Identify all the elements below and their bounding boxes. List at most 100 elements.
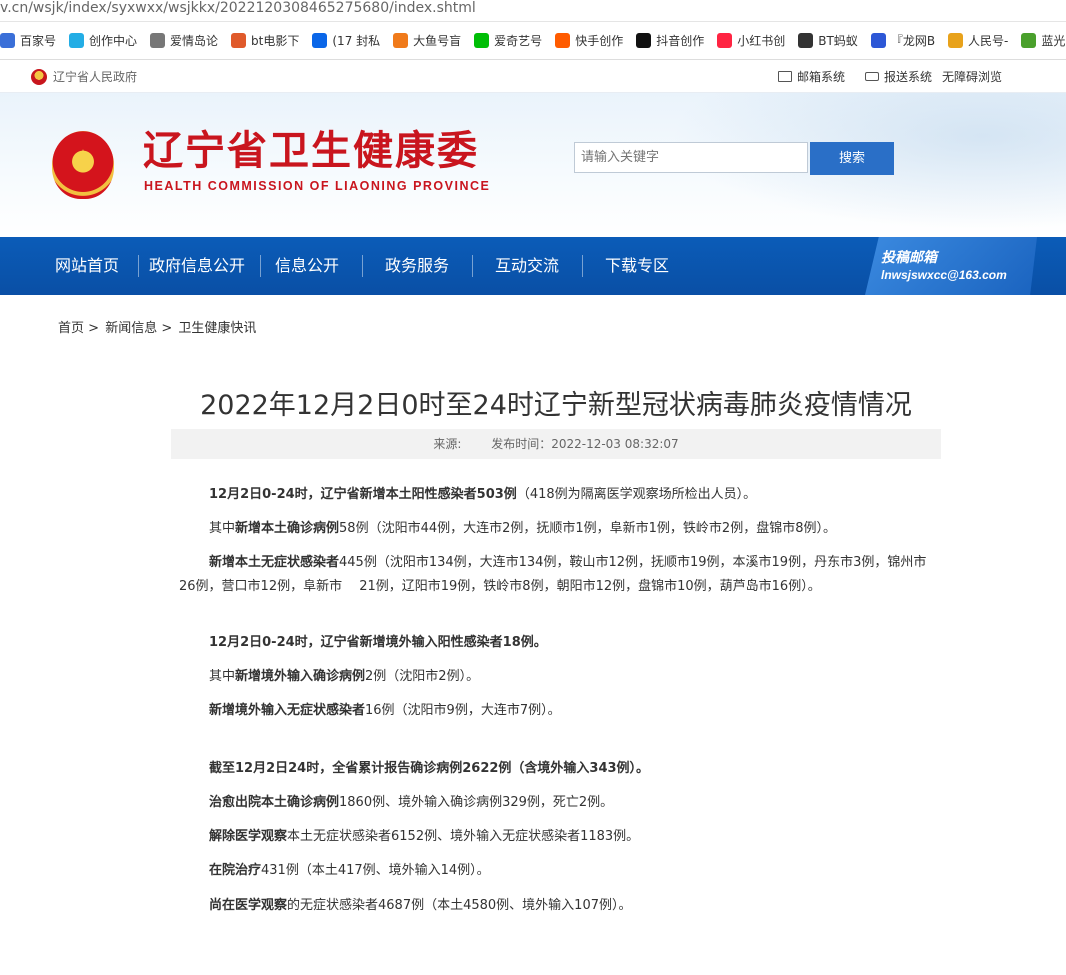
nav-services[interactable]: 政务服务	[385, 237, 449, 295]
gov-portal-label: 辽宁省人民政府	[53, 70, 138, 84]
mailbox-email: lnwsjswxcc@163.com	[881, 268, 1007, 282]
bookmark-item[interactable]: bt电影下	[231, 32, 299, 49]
nav-downloads[interactable]: 下载专区	[605, 237, 669, 295]
nav-separator	[472, 255, 473, 277]
bookmark-item[interactable]: 小红书创	[717, 32, 785, 49]
bookmark-item[interactable]: BT蚂蚁	[798, 32, 858, 49]
national-emblem-logo	[52, 131, 114, 199]
paragraph-text: 58例（沈阳市44例，大连市2例，抚顺市1例，阜新市1例，铁岭市2例，盘锦市8例…	[339, 521, 836, 536]
nav-info-public[interactable]: 信息公开	[275, 237, 339, 295]
gov-portal-link[interactable]: 辽宁省人民政府	[31, 68, 137, 85]
bookmark-item[interactable]: 创作中心	[69, 32, 137, 49]
bookmark-label: 小红书创	[737, 34, 786, 48]
bookmarks-bar: 百家号 创作中心 爱情岛论 bt电影下 (17 封私 大鱼号盲 爱奇艺号 快手创作 抖音创作 小红…	[0, 22, 1066, 60]
article-publish-time: 发布时间：2022-12-03 08:32:07	[491, 437, 679, 451]
ant-icon	[798, 33, 814, 48]
bookmark-item[interactable]: 『龙网B	[870, 32, 936, 49]
bookmark-label: (17 封私	[332, 34, 381, 48]
mail-system-link[interactable]: 邮箱系统	[777, 68, 845, 85]
bluray-icon	[1021, 33, 1037, 48]
bookmark-label: 人民号-	[968, 34, 1009, 48]
bookmark-item[interactable]: 爱奇艺号	[474, 32, 542, 49]
breadcrumb-separator: >	[161, 321, 173, 336]
article-paragraph: 治愈出院本土确诊病例1860例、境外输入确诊病例329例，死亡2例。	[179, 791, 929, 815]
paragraph-text: 431例（本土417例、境外输入14例）。	[261, 863, 490, 878]
accessibility-link[interactable]: 无障碍浏览	[942, 68, 1002, 85]
paragraph-prefix: 其中	[209, 669, 236, 684]
paragraph-highlight: 新增本土确诊病例	[235, 521, 340, 536]
bookmark-item[interactable]: (17 封私	[312, 32, 380, 49]
breadcrumb-health-news[interactable]: 卫生健康快讯	[178, 321, 256, 336]
bookmark-item[interactable]: 人民号-	[948, 32, 1008, 49]
article-paragraph: 新增境外输入无症状感染者16例（沈阳市9例，大连市7例）。	[179, 699, 929, 723]
bookmark-label: 『龙网B	[890, 34, 936, 48]
top-links: 邮箱系统 报送系统 无障碍浏览	[758, 68, 1002, 85]
breadcrumb-home[interactable]: 首页	[58, 321, 84, 336]
article-source: 来源:	[433, 437, 462, 451]
article-paragraph: 新增本土无症状感染者445例（沈阳市134例，大连市134例，鞍山市12例，抚顺…	[179, 551, 929, 599]
bookmark-label: 大鱼号盲	[413, 34, 462, 48]
paragraph-text: 1860例、境外输入确诊病例329例，死亡2例。	[339, 795, 614, 810]
bookmark-item[interactable]: 快手创作	[555, 32, 623, 49]
search-input[interactable]	[574, 142, 808, 173]
paragraph-highlight: 截至12月2日24时，全省累计报告确诊病例2622例（含境外输入343例）。	[209, 761, 650, 776]
bookmark-label: 爱奇艺号	[494, 34, 543, 48]
nav-separator	[582, 255, 583, 277]
baijiahao-icon	[0, 33, 15, 48]
globe-icon	[150, 33, 166, 48]
address-bar-text: v.cn/wsjk/index/syxwxx/wsjkkx/2022120308…	[0, 0, 476, 16]
bookmark-item[interactable]: 抖音创作	[636, 32, 704, 49]
nav-gov-info[interactable]: 政府信息公开	[149, 237, 245, 295]
article-paragraph: 其中新增境外输入确诊病例2例（沈阳市2例）。	[179, 665, 929, 689]
search-button[interactable]: 搜索	[810, 142, 894, 175]
paragraph-prefix: 其中	[209, 521, 236, 536]
paragraph-highlight: 12月2日0-24时，辽宁省新增境外输入阳性感染者18例。	[209, 635, 547, 650]
address-bar[interactable]: v.cn/wsjk/index/syxwxx/wsjkkx/2022120308…	[0, 0, 1066, 22]
article-paragraph: 在院治疗431例（本土417例、境外输入14例）。	[179, 859, 929, 883]
xiaohongshu-icon	[717, 33, 733, 48]
paragraph-highlight: 12月2日0-24时，辽宁省新增本土阳性感染者503例	[209, 487, 517, 502]
submission-mailbox[interactable]: 投稿邮箱 lnwsjswxcc@163.com	[865, 237, 1037, 295]
site-subtitle: HEALTH COMMISSION OF LIAONING PROVINCE	[144, 179, 491, 193]
article-paragraph: 12月2日0-24时，辽宁省新增境外输入阳性感染者18例。	[179, 631, 929, 655]
nav-home[interactable]: 网站首页	[55, 237, 119, 295]
bookmark-label: 抖音创作	[656, 34, 705, 48]
nav-interaction[interactable]: 互动交流	[495, 237, 559, 295]
douyin-icon	[636, 33, 652, 48]
nav-separator	[362, 255, 363, 277]
paragraph-highlight: 解除医学观察	[209, 829, 288, 844]
bookmark-label: 百家号	[20, 34, 57, 48]
bookmark-item[interactable]: 蓝光高清	[1021, 32, 1066, 49]
article-meta: 来源: 发布时间：2022-12-03 08:32:07	[171, 429, 941, 459]
bt-icon	[231, 33, 247, 48]
report-system-link[interactable]: 报送系统	[864, 68, 932, 85]
nav-separator	[260, 255, 261, 277]
printer-icon	[864, 72, 879, 81]
breadcrumb-news[interactable]: 新闻信息	[105, 321, 157, 336]
article-paragraph: 其中新增本土确诊病例58例（沈阳市44例，大连市2例，抚顺市1例，阜新市1例，铁…	[179, 517, 929, 541]
paragraph-text: 本土无症状感染者6152例、境外输入无症状感染者1183例。	[287, 829, 640, 844]
bilibili-icon	[69, 33, 85, 48]
bookmark-item[interactable]: 百家号	[0, 32, 56, 49]
bookmark-label: 创作中心	[89, 34, 138, 48]
iqiyi-icon	[474, 33, 490, 48]
breadcrumb-separator: >	[88, 321, 100, 336]
site-title: 辽宁省卫生健康委	[143, 127, 479, 174]
bookmark-label: BT蚂蚁	[818, 34, 858, 48]
paragraph-highlight: 新增境外输入确诊病例	[235, 669, 366, 684]
bookmark-item[interactable]: 大鱼号盲	[393, 32, 461, 49]
paragraph-text: 16例（沈阳市9例，大连市7例）。	[365, 703, 561, 718]
bookmark-item[interactable]: 爱情岛论	[150, 32, 218, 49]
article-title: 2022年12月2日0时至24时辽宁新型冠状病毒肺炎疫情情况	[200, 390, 912, 421]
paragraph-highlight: 新增本土无症状感染者	[209, 555, 340, 570]
paragraph-text: 的无症状感染者4687例（本土4580例、境外输入107例）。	[287, 898, 632, 913]
bookmark-label: 爱情岛论	[170, 34, 219, 48]
nav-separator	[138, 255, 139, 277]
paragraph-highlight: 在院治疗	[209, 863, 262, 878]
bookmark-label: 蓝光高清	[1041, 34, 1066, 48]
mail-system-label: 邮箱系统	[796, 70, 845, 84]
breadcrumb: 首页 > 新闻信息 > 卫生健康快讯	[58, 317, 256, 336]
accessibility-label: 无障碍浏览	[941, 70, 1002, 84]
paragraph-highlight: 尚在医学观察	[209, 898, 288, 913]
bookmark-label: bt电影下	[251, 34, 300, 48]
